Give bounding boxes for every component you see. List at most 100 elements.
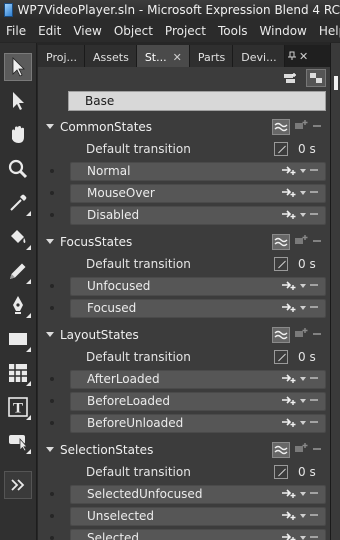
transition-effect-icon[interactable] — [272, 326, 290, 343]
add-transition-icon[interactable] — [281, 279, 297, 294]
menu-view[interactable]: View — [73, 24, 101, 38]
paint-bucket-icon[interactable] — [4, 223, 32, 251]
add-transition-icon[interactable] — [281, 164, 297, 179]
state-item[interactable]: AfterLoaded — [70, 369, 326, 389]
tab-assets[interactable]: Assets — [85, 45, 137, 67]
add-transition-icon[interactable] — [281, 487, 297, 502]
chevron-down-icon[interactable] — [300, 169, 306, 173]
remove-state-icon[interactable] — [309, 301, 319, 315]
state-item[interactable]: Unfocused — [70, 276, 326, 296]
remove-group-icon[interactable] — [312, 444, 322, 455]
collapse-triangle-icon[interactable] — [46, 239, 54, 244]
zoom-magnifier-icon[interactable] — [4, 155, 32, 183]
rectangle-icon[interactable] — [4, 325, 32, 353]
menu-help[interactable]: Help — [319, 24, 340, 38]
add-state-group-button[interactable] — [280, 69, 300, 87]
chevron-down-icon[interactable] — [300, 284, 306, 288]
state-item[interactable]: Disabled — [70, 205, 326, 225]
remove-state-icon[interactable] — [309, 531, 319, 540]
state-group-header[interactable]: FocusStates — [38, 230, 330, 253]
chevron-down-icon[interactable] — [300, 213, 306, 217]
state-item[interactable]: BeforeUnloaded — [70, 413, 326, 433]
tab-states[interactable]: St... ✕ — [136, 45, 190, 67]
transition-duration[interactable]: 0 s — [298, 465, 330, 479]
state-item[interactable]: BeforeLoaded — [70, 391, 326, 411]
remove-state-icon[interactable] — [309, 487, 319, 501]
menu-edit[interactable]: Edit — [38, 24, 61, 38]
pan-hand-icon[interactable] — [4, 121, 32, 149]
transition-effect-icon[interactable] — [272, 233, 290, 250]
easing-function-icon[interactable] — [274, 257, 288, 271]
eyedropper-icon[interactable] — [4, 189, 32, 217]
menu-tools[interactable]: Tools — [218, 24, 248, 38]
transition-duration[interactable]: 0 s — [298, 257, 330, 271]
add-transition-icon[interactable] — [281, 372, 297, 387]
tab-parts[interactable]: Parts — [189, 45, 234, 67]
remove-group-icon[interactable] — [312, 329, 322, 340]
remove-group-icon[interactable] — [312, 236, 322, 247]
close-icon[interactable]: ✕ — [173, 51, 182, 64]
add-state-icon[interactable] — [294, 119, 308, 134]
state-group-header[interactable]: SelectionStates — [38, 438, 330, 461]
add-transition-icon[interactable] — [281, 394, 297, 409]
menu-object[interactable]: Object — [114, 24, 153, 38]
asset-icon[interactable] — [4, 427, 32, 455]
state-item[interactable]: Focused — [70, 298, 326, 318]
tab-projects[interactable]: Proj... — [38, 45, 85, 67]
pin-icon[interactable] — [285, 45, 299, 67]
add-transition-icon[interactable] — [281, 301, 297, 316]
chevron-down-icon[interactable] — [300, 492, 306, 496]
base-state[interactable]: Base — [68, 91, 326, 111]
collapse-triangle-icon[interactable] — [46, 447, 54, 452]
menu-window[interactable]: Window — [260, 24, 307, 38]
grid-icon[interactable] — [4, 359, 32, 387]
easing-function-icon[interactable] — [274, 350, 288, 364]
menu-project[interactable]: Project — [165, 24, 206, 38]
chevron-down-icon[interactable] — [300, 421, 306, 425]
remove-state-icon[interactable] — [309, 279, 319, 293]
transition-effect-icon[interactable] — [272, 441, 290, 458]
menu-file[interactable]: File — [6, 24, 26, 38]
tab-device[interactable]: Devi... — [233, 45, 285, 67]
chevron-down-icon[interactable] — [300, 191, 306, 195]
transition-effect-icon[interactable] — [272, 118, 290, 135]
add-state-icon[interactable] — [294, 234, 308, 249]
easing-function-icon[interactable] — [274, 465, 288, 479]
direct-selection-arrow-icon[interactable] — [4, 87, 32, 115]
pencil-icon[interactable] — [4, 257, 32, 285]
selection-arrow-icon[interactable] — [4, 53, 32, 81]
pen-icon[interactable] — [4, 291, 32, 319]
text-icon[interactable]: T — [4, 393, 32, 421]
chevron-down-icon[interactable] — [300, 536, 306, 540]
chevron-down-icon[interactable] — [300, 306, 306, 310]
remove-state-icon[interactable] — [309, 208, 319, 222]
add-transition-icon[interactable] — [281, 509, 297, 524]
collapse-triangle-icon[interactable] — [46, 124, 54, 129]
chevron-down-icon[interactable] — [300, 514, 306, 518]
easing-function-icon[interactable] — [274, 142, 288, 156]
state-group-header[interactable]: CommonStates — [38, 115, 330, 138]
remove-state-icon[interactable] — [309, 394, 319, 408]
remove-group-icon[interactable] — [312, 121, 322, 132]
add-state-icon[interactable] — [294, 327, 308, 342]
remove-state-icon[interactable] — [309, 509, 319, 523]
remove-state-icon[interactable] — [309, 164, 319, 178]
state-item[interactable]: SelectedUnfocused — [70, 484, 326, 504]
state-group-header[interactable]: LayoutStates — [38, 323, 330, 346]
collapse-triangle-icon[interactable] — [46, 332, 54, 337]
state-item[interactable]: Unselected — [70, 506, 326, 526]
chevron-down-icon[interactable] — [300, 377, 306, 381]
preview-transitions-button[interactable] — [306, 69, 326, 87]
remove-state-icon[interactable] — [309, 186, 319, 200]
add-transition-icon[interactable] — [281, 531, 297, 540]
state-item[interactable]: Selected — [70, 528, 326, 540]
state-item[interactable]: MouseOver — [70, 183, 326, 203]
remove-state-icon[interactable] — [309, 416, 319, 430]
transition-duration[interactable]: 0 s — [298, 142, 330, 156]
close-panel-icon[interactable]: ✕ — [299, 45, 309, 67]
chevron-down-icon[interactable] — [300, 399, 306, 403]
add-state-icon[interactable] — [294, 442, 308, 457]
state-item[interactable]: Normal — [70, 161, 326, 181]
transition-duration[interactable]: 0 s — [298, 350, 330, 364]
add-transition-icon[interactable] — [281, 416, 297, 431]
